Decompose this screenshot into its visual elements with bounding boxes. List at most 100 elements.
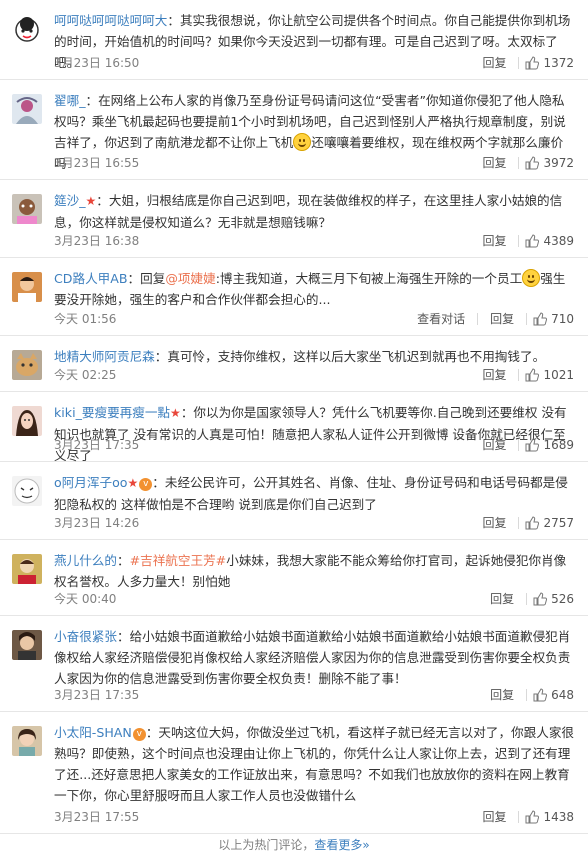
like-count: 648	[551, 688, 574, 702]
comment-actions: 回复 526	[484, 590, 574, 608]
avatar[interactable]	[12, 350, 42, 380]
reply-button[interactable]: 回复	[484, 590, 520, 608]
divider	[518, 439, 520, 451]
comment-body: 筵沙_★：大姐，归根结底是你自己迟到吧，现在装做维权的样子，在这里挂人家小姑娘的…	[54, 190, 574, 233]
comment-item: 小太阳-SHAN v ：天呐这位大妈，你做没坐过飞机，看这样子就已经无言以对了，你跟…	[0, 712, 588, 834]
avatar[interactable]	[12, 630, 42, 660]
thumbs-up-icon	[533, 592, 548, 606]
username-link[interactable]: 小奋很紧张	[54, 629, 117, 644]
reply-prefix: ：回复	[127, 271, 166, 286]
comment-body: o阿月浑子oo★ v ：未经公民许可，公开其姓名、肖像、住址、身份证号码和电话号码都…	[54, 472, 574, 515]
comment-actions: 查看对话 回复 710	[411, 310, 574, 328]
reply-button[interactable]: 回复	[476, 366, 512, 384]
divider	[518, 157, 520, 169]
avatar[interactable]	[12, 194, 42, 224]
username-link[interactable]: o阿月浑子oo	[54, 475, 128, 490]
comment-text: ：给小姑娘书面道歉给小姑娘书面道歉给小姑娘书面道歉给小姑娘书面道歉侵犯肖像权给人…	[54, 629, 571, 686]
comment-footer: 今天 01:56 查看对话 回复 710	[54, 310, 574, 328]
laughing-emoji-icon	[522, 269, 541, 287]
timestamp: 今天 00:40	[54, 592, 117, 606]
comment-actions: 回复 2757	[476, 514, 574, 532]
thumbs-up-icon	[525, 438, 540, 452]
timestamp: 3月23日 17:35	[54, 688, 140, 702]
comment-item: o阿月浑子oo★ v ：未经公民许可，公开其姓名、肖像、住址、身份证号码和电话号码都…	[0, 462, 588, 540]
comment-footer: 3月23日 14:26 回复 2757	[54, 514, 574, 532]
like-button[interactable]: 1372	[525, 54, 574, 72]
thumbs-up-icon	[525, 368, 540, 382]
reply-button[interactable]: 回复	[476, 54, 512, 72]
view-conversation-button[interactable]: 查看对话	[411, 310, 471, 328]
divider	[518, 811, 520, 823]
reply-button[interactable]: 回复	[476, 154, 512, 172]
like-button[interactable]: 4389	[525, 232, 574, 250]
like-button[interactable]: 1021	[525, 366, 574, 384]
comment-actions: 回复 4389	[476, 232, 574, 250]
hashtag-link[interactable]: #吉祥航空王芳#	[130, 553, 227, 568]
comment-text: ：大姐，归根结底是你自己迟到吧，现在装做维权的样子，在这里挂人家小姑娘的信息，你…	[54, 193, 563, 230]
comment-footer: 3月23日 16:38 回复 4389	[54, 232, 574, 250]
like-button[interactable]: 1438	[525, 808, 574, 826]
comment-item: 地精大师阿贡尼森：真可怜，支持你维权，这样以后大家坐飞机迟到就再也不用掏钱了。 …	[0, 336, 588, 392]
reply-button[interactable]: 回复	[484, 686, 520, 704]
timestamp: 3月23日 16:50	[54, 56, 140, 70]
comment-footer: 今天 02:25 回复 1021	[54, 366, 574, 384]
thumbs-up-icon	[525, 56, 540, 70]
see-more-link[interactable]: 查看更多»	[314, 838, 369, 852]
avatar[interactable]	[12, 726, 42, 756]
comment-item: 筵沙_★：大姐，归根结底是你自己迟到吧，现在装做维权的样子，在这里挂人家小姑娘的…	[0, 180, 588, 258]
timestamp: 3月23日 16:55	[54, 156, 140, 170]
smile-emoji-icon	[293, 133, 312, 151]
reply-button[interactable]: 回复	[484, 310, 520, 328]
avatar[interactable]	[12, 476, 42, 506]
username-link[interactable]: 呵呵哒呵呵哒呵呵大	[54, 13, 167, 28]
username-link[interactable]: 地精大师阿贡尼森	[54, 349, 155, 364]
like-count: 1021	[543, 368, 574, 382]
divider	[526, 313, 528, 325]
like-button[interactable]: 1689	[525, 436, 574, 454]
thumbs-up-icon	[533, 312, 548, 326]
timestamp: 今天 02:25	[54, 368, 117, 382]
thumbs-up-icon	[525, 234, 540, 248]
comment-prefix: ：	[116, 553, 130, 568]
avatar[interactable]	[12, 272, 42, 302]
username-link[interactable]: kiki_要瘦要再瘦一點	[54, 405, 170, 420]
avatar[interactable]	[12, 554, 42, 584]
comment-body: 小奋很紧张：给小姑娘书面道歉给小姑娘书面道歉给小姑娘书面道歉给小姑娘书面道歉侵犯…	[54, 626, 574, 689]
divider	[526, 689, 528, 701]
like-button[interactable]: 2757	[525, 514, 574, 532]
reply-button[interactable]: 回复	[476, 514, 512, 532]
comment-body: 燕儿什么的：#吉祥航空王芳#小妹妹，我想大家能不能众筹给你打官司，起诉她侵犯你肖…	[54, 550, 574, 592]
comment-actions: 回复 1689	[476, 436, 574, 454]
like-button[interactable]: 526	[533, 590, 574, 608]
divider	[518, 235, 520, 247]
comment-item: kiki_要瘦要再瘦一點★：你以为你是国家领导人？凭什么飞机要等你.自己晚到还要…	[0, 392, 588, 463]
thumbs-up-icon	[525, 810, 540, 824]
reply-button[interactable]: 回复	[476, 232, 512, 250]
like-button[interactable]: 648	[533, 686, 574, 704]
timestamp: 3月23日 14:26	[54, 516, 140, 530]
comment-item: 燕儿什么的：#吉祥航空王芳#小妹妹，我想大家能不能众筹给你打官司，起诉她侵犯你肖…	[0, 540, 588, 616]
divider	[477, 313, 479, 325]
username-link[interactable]: 燕儿什么的	[54, 553, 117, 568]
comment-footer: 今天 00:40 回复 526	[54, 590, 574, 608]
username-link[interactable]: CD路人甲AB	[54, 271, 128, 286]
avatar[interactable]	[12, 14, 42, 44]
avatar[interactable]	[12, 94, 42, 124]
reply-button[interactable]: 回复	[476, 436, 512, 454]
like-button[interactable]: 710	[533, 310, 574, 328]
reply-button[interactable]: 回复	[476, 808, 512, 826]
divider	[518, 517, 520, 529]
username-link[interactable]: 筵沙_	[54, 193, 85, 208]
like-count: 1372	[543, 56, 574, 70]
like-button[interactable]: 3972	[525, 154, 574, 172]
comment-item: 翟哪_：在网络上公布人家的肖像乃至身份证号码请问这位“受害者”你知道你侵犯了他人…	[0, 80, 588, 180]
hot-comments-label: 以上为热门评论，	[218, 838, 315, 852]
comment-body: CD路人甲AB：回复@项婕婕:博主我知道，大概三月下旬被上海强生开除的一个员工强…	[54, 268, 574, 310]
thumbs-up-icon	[525, 516, 540, 530]
comment-item: CD路人甲AB：回复@项婕婕:博主我知道，大概三月下旬被上海强生开除的一个员工强…	[0, 258, 588, 336]
username-link[interactable]: 小太阳-SHAN	[54, 725, 132, 740]
avatar[interactable]	[12, 406, 42, 436]
username-link[interactable]: 翟哪_	[54, 93, 85, 108]
mention-link[interactable]: @项婕婕	[165, 271, 215, 286]
like-count: 4389	[543, 234, 574, 248]
